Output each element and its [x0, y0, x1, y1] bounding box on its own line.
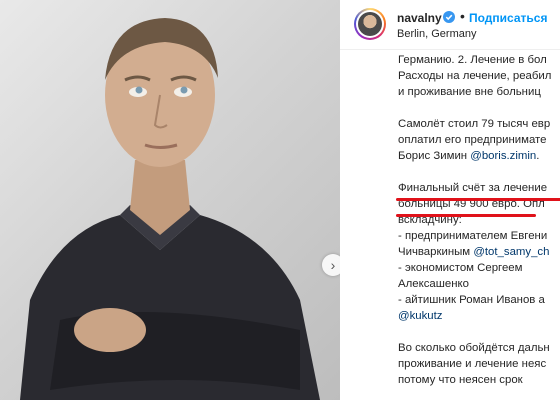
location-link[interactable]: Berlin, Germany: [397, 28, 476, 40]
mention-kukutz[interactable]: @kukutz: [398, 310, 442, 322]
mention-boris-zimin[interactable]: @boris.zimin: [470, 150, 536, 162]
caption-line: @kukutz: [398, 308, 560, 324]
caption-line: - айтишник Роман Иванов а: [398, 294, 545, 306]
follow-button[interactable]: Подписаться: [469, 11, 547, 25]
caption-line: Самолёт стоил 79 тысяч евр: [398, 118, 551, 130]
caption-line: и проживание вне больниц: [398, 86, 541, 98]
caption-line-highlight: Финальный счёт за лечение: [398, 182, 548, 194]
post-caption: Германию. 2. Лечение в бол Расходы на ле…: [398, 50, 560, 388]
caption-line: Германию. 2. Лечение в бол: [398, 54, 547, 66]
chevron-right-icon: ›: [330, 257, 336, 273]
post-side-panel: navalny • Подписаться Berlin, Germany Ге…: [340, 0, 560, 400]
caption-line: Борис Зимин @boris.zimin.: [398, 150, 540, 162]
verified-badge-icon: [443, 11, 455, 23]
post-header: navalny • Подписаться Berlin, Germany: [340, 0, 560, 50]
avatar[interactable]: [354, 8, 386, 40]
caption-line: проживание и лечение неяс: [398, 358, 547, 370]
separator-dot: •: [460, 8, 465, 24]
red-underline-1: [396, 198, 560, 201]
caption-line: - экономистом Сергеем: [398, 262, 523, 274]
mention-tot-samy[interactable]: @tot_samy_ch: [473, 246, 549, 258]
caption-line: Во сколько обойдётся дальн: [398, 342, 550, 354]
caption-line: Чичваркиным @tot_samy_ch: [398, 246, 550, 258]
post-photo: ›: [0, 0, 340, 400]
caption-line: Расходы на лечение, реабил: [398, 70, 552, 82]
portrait-illustration: [20, 18, 320, 400]
username-link[interactable]: navalny: [397, 11, 442, 25]
caption-line: Алексашенко: [398, 278, 469, 290]
caption-line: потому что неясен срок: [398, 374, 523, 386]
carousel-next-button[interactable]: ›: [322, 254, 340, 276]
caption-line: - предпринимателем Евгени: [398, 230, 548, 242]
caption-line: оплатил его предпринимате: [398, 134, 547, 146]
red-underline-2: [396, 214, 536, 217]
